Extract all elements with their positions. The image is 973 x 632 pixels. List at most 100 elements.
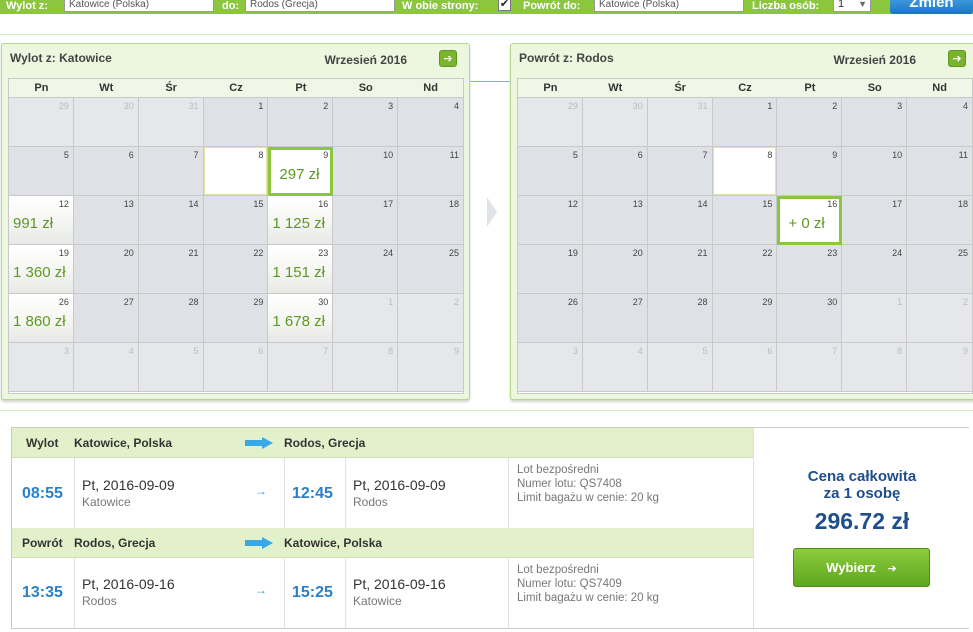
- calendar-day-cell[interactable]: 5: [518, 147, 583, 196]
- calendar-day-cell[interactable]: 26: [518, 294, 583, 343]
- calendar-day-cell[interactable]: 8: [203, 147, 269, 196]
- calendar-day-cell[interactable]: 13: [73, 196, 139, 245]
- calendar-day-cell[interactable]: 28: [647, 294, 713, 343]
- calendar-day-cell[interactable]: 1: [203, 98, 269, 147]
- calendar-day-cell[interactable]: 30 1 678 zł: [268, 294, 334, 343]
- weekday-label: Cz: [738, 82, 752, 94]
- day-number: 29: [253, 297, 264, 307]
- calendar-day-cell[interactable]: 27: [582, 294, 648, 343]
- calendar-day-cell[interactable]: 23: [777, 245, 843, 294]
- divider: [345, 558, 346, 628]
- calendar-day-cell[interactable]: 3: [333, 98, 399, 147]
- calendar-day-cell[interactable]: 15: [203, 196, 269, 245]
- day-number: 27: [123, 297, 134, 307]
- change-search-button[interactable]: Zmień: [890, 0, 973, 14]
- calendar-day-cell: 31: [138, 98, 204, 147]
- calendar-day-cell[interactable]: 12: [518, 196, 583, 245]
- day-number: 19: [58, 248, 69, 258]
- calendar-day-cell[interactable]: 30: [777, 294, 843, 343]
- calendar-day-cell[interactable]: 21: [138, 245, 204, 294]
- departure-date: Pt, 2016-09-09: [82, 477, 175, 493]
- calendar-day-cell[interactable]: 14: [647, 196, 713, 245]
- calendar-day-cell[interactable]: 11: [398, 147, 463, 196]
- calendar-day-cell[interactable]: 10: [333, 147, 399, 196]
- day-number: 4: [128, 346, 134, 356]
- calendar-day-cell: 4: [73, 343, 139, 392]
- roundtrip-checkbox[interactable]: ✔: [498, 0, 511, 11]
- calendar-day-cell[interactable]: 23 1 151 zł: [268, 245, 334, 294]
- day-number: 11: [449, 150, 459, 160]
- calendar-day-cell[interactable]: 16 + 0 zł: [777, 196, 843, 245]
- calendar-day-cell[interactable]: 22: [203, 245, 269, 294]
- day-number: 8: [897, 346, 903, 356]
- calendar-day-cell[interactable]: 7: [647, 147, 713, 196]
- calendar-day-cell[interactable]: 17: [842, 196, 908, 245]
- to-field[interactable]: Rodos (Grecja): [245, 0, 395, 12]
- calendar-day-cell[interactable]: 4: [398, 98, 463, 147]
- calendar-day-cell[interactable]: 11: [907, 147, 972, 196]
- calendar-day-cell[interactable]: 25: [398, 245, 463, 294]
- calendar-day-cell[interactable]: 17: [333, 196, 399, 245]
- calendar-day-cell[interactable]: 26 1 860 zł: [9, 294, 74, 343]
- calendar-day-cell[interactable]: 20: [73, 245, 139, 294]
- departure-time: 13:35: [22, 584, 63, 601]
- weekday-label: So: [867, 82, 882, 94]
- from-field[interactable]: Katowice (Polska): [64, 0, 214, 12]
- calendar-day-cell[interactable]: 2: [777, 98, 843, 147]
- day-number: 16: [318, 199, 329, 209]
- calendar-header: Wylot z: Katowice Wrzesień 2016 ➔: [2, 44, 469, 76]
- calendar-day-cell[interactable]: 14: [138, 196, 204, 245]
- calendar-day-cell[interactable]: 15: [712, 196, 778, 245]
- calendar-day-cell[interactable]: 16 1 125 zł: [268, 196, 334, 245]
- arrival-date: Pt, 2016-09-09: [353, 477, 446, 493]
- calendar-day-cell[interactable]: 18: [907, 196, 972, 245]
- day-number: 7: [832, 346, 838, 356]
- calendar-day-cell[interactable]: 28: [138, 294, 204, 343]
- calendar-day-cell[interactable]: 24: [842, 245, 908, 294]
- calendar-day-cell[interactable]: 13: [582, 196, 648, 245]
- calendar-day-cell[interactable]: 6: [73, 147, 139, 196]
- calendar-day-cell[interactable]: 1: [712, 98, 778, 147]
- calendar-grid: Pn Wt Śr Cz Pt So Nd 29 30 31 1 2 3 4 5 6 7 8 9 297 …: [8, 78, 464, 394]
- calendar-day-cell[interactable]: 7: [138, 147, 204, 196]
- calendar-title-prefix: Powrót z:: [519, 51, 573, 65]
- calendar-day-cell[interactable]: 8: [712, 147, 778, 196]
- calendar-day-cell[interactable]: 25: [907, 245, 972, 294]
- calendar-day-cell[interactable]: 6: [582, 147, 648, 196]
- calendar-day-cell[interactable]: 12 991 zł: [9, 196, 74, 245]
- leg-from: Rodos, Grecja: [74, 536, 156, 550]
- flight-number: Numer lotu: QS7409: [517, 578, 622, 590]
- calendar-day-cell[interactable]: 19 1 360 zł: [9, 245, 74, 294]
- departure-day: Pt,: [82, 576, 100, 592]
- calendar-day-cell[interactable]: 9: [777, 147, 843, 196]
- calendar-day-cell[interactable]: 3: [842, 98, 908, 147]
- calendar-day-cell[interactable]: 2: [268, 98, 334, 147]
- leg-to: Katowice, Polska: [284, 536, 383, 550]
- calendar-day-cell[interactable]: 27: [73, 294, 139, 343]
- calendar-day-cell[interactable]: 21: [647, 245, 713, 294]
- calendar-day-cell[interactable]: 22: [712, 245, 778, 294]
- next-month-arrow-icon[interactable]: ➔: [948, 50, 966, 67]
- next-month-arrow-icon[interactable]: ➔: [439, 50, 457, 67]
- day-number: 13: [632, 199, 643, 209]
- calendar-day-cell[interactable]: 20: [582, 245, 648, 294]
- day-number: 3: [897, 101, 903, 111]
- return-field[interactable]: Katowice (Polska): [594, 0, 744, 12]
- divider: [508, 458, 509, 528]
- outbound-leg-details: 08:55 Pt, 2016-09-09 Katowice → 12:45 Pt…: [12, 458, 753, 528]
- calendar-day-cell[interactable]: 10: [842, 147, 908, 196]
- calendar-day-cell: 30: [73, 98, 139, 147]
- persons-select[interactable]: 1 ▼: [833, 0, 871, 12]
- calendar-day-cell[interactable]: 18: [398, 196, 463, 245]
- calendar-day-cell[interactable]: 29: [203, 294, 269, 343]
- calendar-day-cell[interactable]: 9 297 zł: [268, 147, 334, 196]
- flight-info: Lot bezpośredni Numer lotu: QS7408 Limit…: [517, 463, 659, 505]
- calendar-day-cell[interactable]: 29: [712, 294, 778, 343]
- day-number: 6: [767, 346, 773, 356]
- calendar-day-cell[interactable]: 5: [9, 147, 74, 196]
- choose-button[interactable]: Wybierz ➔: [793, 548, 930, 587]
- persons-label: Liczba osób:: [752, 0, 820, 12]
- calendar-day-cell[interactable]: 19: [518, 245, 583, 294]
- calendar-day-cell[interactable]: 24: [333, 245, 399, 294]
- calendar-day-cell[interactable]: 4: [907, 98, 972, 147]
